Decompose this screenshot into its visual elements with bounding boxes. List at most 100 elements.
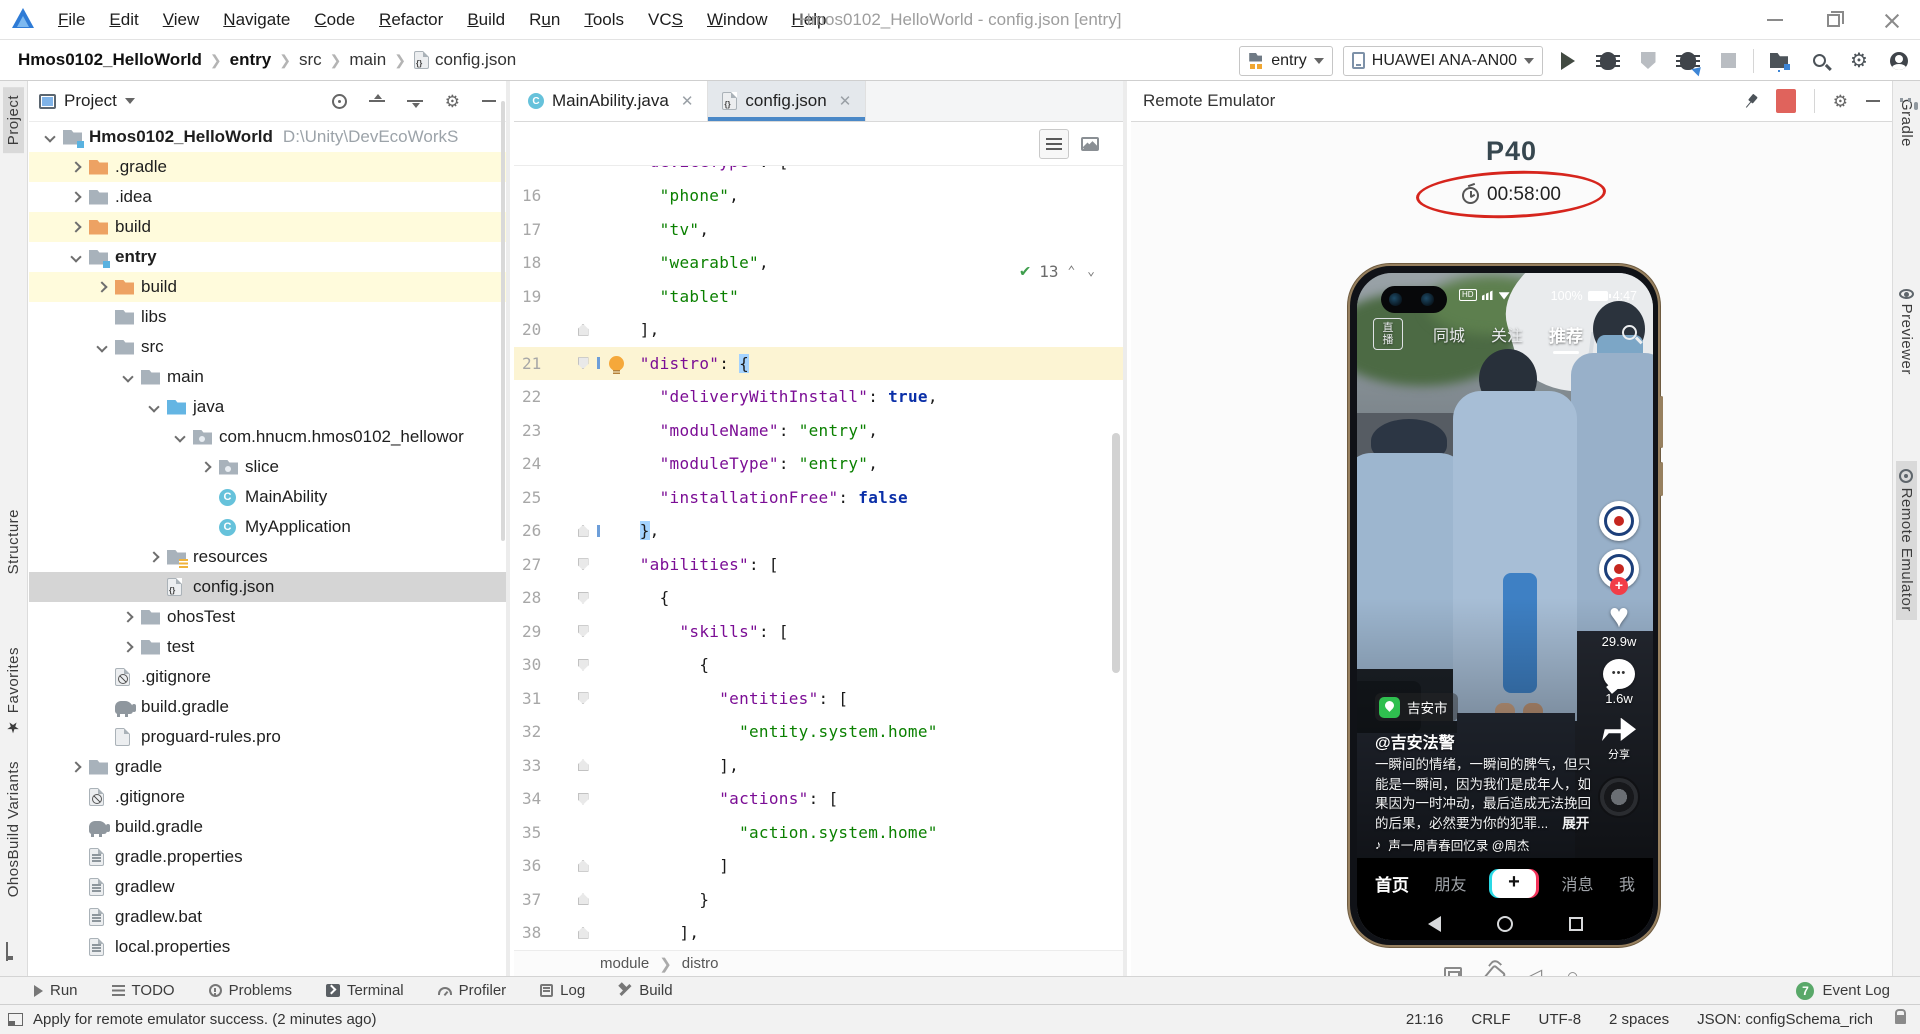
breadcrumb-distro[interactable]: distro <box>682 955 719 972</box>
code-line-17[interactable]: 17 "tv", <box>514 213 1123 247</box>
tree-toggle-icon[interactable] <box>37 131 63 143</box>
preview-toggle-button[interactable] <box>1075 129 1105 159</box>
nav-recents-icon[interactable] <box>1568 917 1583 931</box>
tree-toggle-icon[interactable] <box>141 401 167 413</box>
tree-toggle-icon[interactable] <box>63 251 89 263</box>
feed-tab-同城[interactable]: 同城 <box>1433 322 1465 346</box>
code-line[interactable]: "deviceType": [ <box>514 166 1123 179</box>
code-line-25[interactable]: 25 "installationFree": false <box>514 481 1123 515</box>
debug-button[interactable] <box>1593 46 1623 76</box>
code-line-21[interactable]: 21 "distro": { <box>514 346 1123 380</box>
menu-refactor[interactable]: Refactor <box>367 0 455 40</box>
locate-file-icon[interactable] <box>331 93 347 109</box>
location-chip[interactable]: 吉安市 <box>1375 693 1458 721</box>
lock-icon[interactable] <box>1895 1009 1906 1024</box>
tree-item-gradlew[interactable]: gradlew <box>29 872 506 902</box>
phone-nav-消息[interactable]: 消息 <box>1561 871 1593 895</box>
breadcrumb-module[interactable]: module <box>600 955 649 972</box>
status-item[interactable]: CRLF <box>1471 1011 1510 1028</box>
close-button[interactable] <box>1862 0 1920 40</box>
restore-button[interactable] <box>1804 0 1862 40</box>
tree-toggle-icon[interactable] <box>193 461 219 473</box>
tool-tab-todo[interactable]: TODO <box>111 982 175 999</box>
menu-window[interactable]: Window <box>695 0 779 40</box>
tree-item-MainAbility[interactable]: C MainAbility <box>29 482 506 512</box>
tree-item-com.hnucm.hmos0102_hellowor[interactable]: com.hnucm.hmos0102_hellowor <box>29 422 506 452</box>
phone-nav-首页[interactable]: 首页 <box>1375 871 1409 896</box>
breadcrumb-item[interactable]: ❯ src <box>271 50 321 70</box>
create-video-button[interactable]: + <box>1491 868 1536 898</box>
fold-marker[interactable] <box>566 625 600 638</box>
code-line-30[interactable]: 30 { <box>514 648 1123 682</box>
menu-navigate[interactable]: Navigate <box>211 0 302 40</box>
music-disc-avatar[interactable] <box>1598 775 1640 818</box>
minimize-button[interactable] <box>1746 0 1804 40</box>
comment-icon[interactable] <box>1603 658 1635 689</box>
run-button[interactable] <box>1553 46 1583 76</box>
tree-item-.gitignore[interactable]: .gitignore <box>29 662 506 692</box>
tree-item-gradle.properties[interactable]: gradle.properties <box>29 842 506 872</box>
breadcrumb-item[interactable]: ❯{} config.json <box>386 50 516 70</box>
tree-item-Hmos0102_HelloWorld[interactable]: Hmos0102_HelloWorld D:\Unity\DevEcoWorkS <box>29 122 506 152</box>
tree-toggle-icon[interactable] <box>141 551 167 563</box>
code-line-22[interactable]: 22 "deliveryWithInstall": true, <box>514 380 1123 414</box>
tool-stripe-remote-emulator[interactable]: Remote Emulator <box>1896 461 1917 620</box>
status-item[interactable]: JSON: configSchema_rich <box>1697 1011 1873 1028</box>
tree-toggle-icon[interactable] <box>115 641 141 653</box>
tree-item-test[interactable]: test <box>29 632 506 662</box>
breadcrumb-item[interactable]: ❯ main <box>322 50 387 70</box>
tree-item-.idea[interactable]: .idea <box>29 182 506 212</box>
collapse-all-icon[interactable] <box>406 94 423 108</box>
status-item[interactable]: 21:16 <box>1406 1011 1444 1028</box>
code-line-19[interactable]: 19 "tablet" <box>514 280 1123 314</box>
code-line-34[interactable]: 34 "actions": [ <box>514 782 1123 816</box>
tool-stripe-gradle[interactable]: Gradle <box>1896 91 1917 155</box>
editor-tab-config.json[interactable]: {} config.json ✕ <box>708 81 867 121</box>
menu-help[interactable]: Help <box>779 0 838 40</box>
code-line-33[interactable]: 33 ], <box>514 749 1123 783</box>
phone-nav-朋友[interactable]: 朋友 <box>1434 871 1466 895</box>
breadcrumb-item[interactable]: Hmos0102_HelloWorld <box>18 50 202 70</box>
tree-item-gradle[interactable]: gradle <box>29 752 506 782</box>
tool-stripe-project[interactable]: Project <box>3 87 24 154</box>
intention-bulb-icon[interactable] <box>609 355 624 374</box>
caption-expand[interactable]: 展开 <box>1562 816 1589 831</box>
prev-next-problem-icons[interactable]: ⌃ ⌄ <box>1068 264 1097 279</box>
tool-stripe-previewer[interactable]: Previewer <box>1896 281 1917 383</box>
code-line-23[interactable]: 23 "moduleName": "entry", <box>514 414 1123 448</box>
close-icon[interactable]: ✕ <box>681 92 694 110</box>
device-selector[interactable]: HUAWEI ANA-AN00 <box>1342 45 1543 76</box>
tree-toggle-icon[interactable] <box>167 431 193 443</box>
gear-icon[interactable]: ⚙ <box>1833 93 1848 110</box>
tree-item-entry[interactable]: entry <box>29 242 506 272</box>
tree-toggle-icon[interactable] <box>89 341 115 353</box>
project-structure-button[interactable] <box>1764 46 1794 76</box>
event-log-button[interactable]: 7 Event Log <box>1796 981 1890 1000</box>
code-line-29[interactable]: 29 "skills": [ <box>514 615 1123 649</box>
tool-tab-build[interactable]: Build <box>619 982 672 999</box>
code-line-35[interactable]: 35 "action.system.home" <box>514 816 1123 850</box>
menu-file[interactable]: File <box>46 0 97 40</box>
tool-tab-profiler[interactable]: Profiler <box>437 982 506 999</box>
hide-panel-icon[interactable] <box>482 100 496 102</box>
code-line-27[interactable]: 27 "abilities": [ <box>514 548 1123 582</box>
tree-item-resources[interactable]: resources <box>29 542 506 572</box>
fold-marker[interactable] <box>566 591 600 604</box>
tree-item-local.properties[interactable]: local.properties <box>29 932 506 962</box>
tree-item-slice[interactable]: slice <box>29 452 506 482</box>
tree-item-ohosTest[interactable]: ohosTest <box>29 602 506 632</box>
status-item[interactable]: UTF-8 <box>1539 1011 1582 1028</box>
tree-item-MyApplication[interactable]: C MyApplication <box>29 512 506 542</box>
video-author[interactable]: @吉安法警 <box>1375 729 1455 753</box>
search-icon[interactable] <box>1622 325 1637 340</box>
inspection-widget[interactable]: ✔ 13 ⌃ ⌄ <box>1020 261 1097 281</box>
fold-marker[interactable] <box>566 893 600 906</box>
fold-marker[interactable] <box>566 357 600 370</box>
tool-stripe-structure[interactable]: Structure <box>3 501 24 582</box>
tree-item-.gitignore[interactable]: .gitignore <box>29 782 506 812</box>
menu-run[interactable]: Run <box>517 0 572 40</box>
code-line-20[interactable]: 20 ], <box>514 313 1123 347</box>
hide-panel-icon[interactable] <box>1866 100 1880 102</box>
tree-toggle-icon[interactable] <box>89 281 115 293</box>
tree-toggle-icon[interactable] <box>63 161 89 173</box>
